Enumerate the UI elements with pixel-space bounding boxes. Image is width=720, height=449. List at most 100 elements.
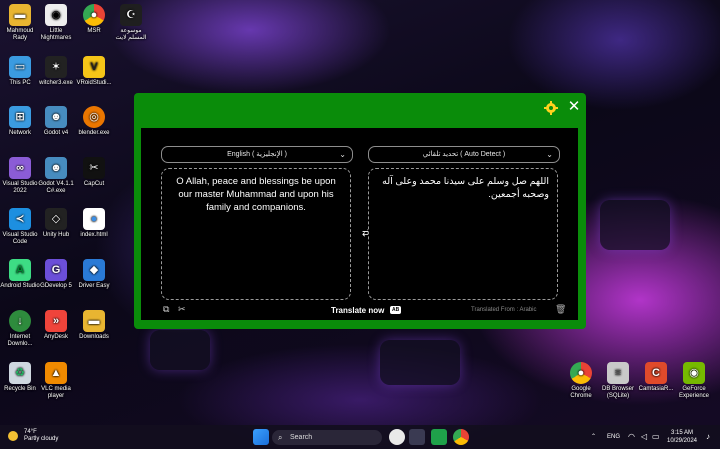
camtasia-taskbar-icon[interactable] — [431, 429, 447, 445]
desktop-icon-msr[interactable]: ● MSR — [74, 4, 114, 35]
close-button[interactable]: ✕ — [566, 99, 582, 115]
cut-icon[interactable]: ✂ — [178, 304, 186, 315]
desktop-icon-label: Visual Studio Code — [2, 232, 38, 245]
target-language-select[interactable]: تحديد تلقائي ( Auto Detect ) ⌄ — [368, 146, 560, 163]
desktop-icon-capcut[interactable]: ✂ CapCut — [74, 157, 114, 188]
copy-icon[interactable]: ⧉ — [163, 304, 169, 315]
desktop-icon-vroid-studio[interactable]: V VRoidStudi... — [74, 56, 114, 87]
translator-window: ✕ English ( الإنجليزية ) ⌄ تحديد تلقائي … — [134, 93, 586, 329]
drivereasy-icon: ◆ — [83, 259, 105, 281]
desktop-icon-downloads[interactable]: ▬ Downloads — [74, 310, 114, 341]
desktop-icon-recycle-bin[interactable]: ♻ Recycle Bin — [0, 362, 40, 393]
partly-cloudy-icon — [8, 431, 18, 441]
monitor-icon: ▭ — [9, 56, 31, 78]
desktop-icon-gdevelop[interactable]: G GDevelop 5 — [36, 259, 76, 290]
recycle-icon: ♻ — [9, 362, 31, 384]
show-hidden-icons-icon[interactable]: ⌃ — [591, 433, 596, 440]
desktop-icon-label: This PC — [9, 80, 31, 86]
camtasia-icon: C — [645, 362, 667, 384]
unity-icon: ◇ — [45, 208, 67, 230]
desktop-icon-visual-studio[interactable]: ∞ Visual Studio 2022 — [0, 157, 40, 195]
eye-icon: ◉ — [45, 4, 67, 26]
desktop-icon-label: CapCut — [83, 181, 105, 187]
battery-icon[interactable]: ▭ — [652, 432, 660, 441]
desktop-icon-label: blender.exe — [78, 130, 110, 136]
settings-icon[interactable] — [544, 101, 558, 115]
desktop-icon-witcher3[interactable]: ✶ witcher3.exe — [36, 56, 76, 87]
desktop-icon-little-nightmares[interactable]: ◉ Little Nightmares — [36, 4, 76, 42]
desktop-icon-label: Godot v4 — [43, 130, 69, 136]
translate-icon: AB — [390, 306, 402, 314]
source-language-value: English ( الإنجليزية ) — [227, 151, 287, 158]
notification-bell-icon[interactable]: ♪ — [706, 432, 710, 441]
language-indicator[interactable]: ENG — [607, 434, 620, 440]
desktop-icon-internet-download-manager[interactable]: ↓ Internet Downlo... — [0, 310, 40, 348]
desktop-icon-unity-hub[interactable]: ◇ Unity Hub — [36, 208, 76, 239]
desktop-icon-network[interactable]: ⊞ Network — [0, 106, 40, 137]
source-language-select[interactable]: English ( الإنجليزية ) ⌄ — [161, 146, 353, 163]
capcut-icon: ✂ — [83, 157, 105, 179]
search-placeholder: Search — [290, 434, 313, 441]
crescent-icon: ☪ — [120, 4, 142, 26]
desktop-icon-mahmoud-rady[interactable]: ▬ Mahmoud Rady — [0, 4, 40, 42]
start-button[interactable] — [253, 429, 269, 445]
desktop-icon-android-studio[interactable]: A Android Studio — [0, 259, 40, 290]
translate-now-button[interactable]: Translate now — [331, 306, 384, 315]
desktop-icon-label: VRoidStudi... — [76, 80, 112, 86]
desktop-icon-label: Internet Downlo... — [7, 334, 33, 347]
desktop-icon-godot-csharp[interactable]: ☻ Godot V4.1.1 C#.exe — [36, 157, 76, 195]
desktop-icon-godot-v4[interactable]: ☻ Godot v4 — [36, 106, 76, 137]
desktop-icon-label: Unity Hub — [42, 232, 70, 238]
clock-time: 3:15 AM — [670, 430, 693, 436]
wallpaper-keycap — [380, 340, 460, 385]
desktop-icon-this-pc[interactable]: ▭ This PC — [0, 56, 40, 87]
folder-icon: ▬ — [83, 310, 105, 332]
desktop-icon-vlc[interactable]: ▲ VLC media player — [36, 362, 76, 400]
desktop-icon-geforce-experience[interactable]: ◉ GeForce Experience — [674, 362, 714, 400]
desktop-icon-vscode[interactable]: ≺ Visual Studio Code — [0, 208, 40, 246]
desktop-icon-db-browser[interactable]: ≡ DB Browser (SQLite) — [598, 362, 638, 400]
desktop-icon-muslim-encyclopedia[interactable]: ☪ موسوعة المسلم لايت — [111, 4, 151, 42]
vs-icon: ∞ — [9, 157, 31, 179]
desktop-icon-anydesk[interactable]: » AnyDesk — [36, 310, 76, 341]
vlc-icon: ▲ — [45, 362, 67, 384]
wifi-icon[interactable]: ◠ — [628, 432, 635, 441]
vscode-icon: ≺ — [9, 208, 31, 230]
wallpaper-keycap — [150, 330, 210, 370]
desktop-icon-label: AnyDesk — [43, 334, 68, 340]
chevron-down-icon: ⌄ — [546, 150, 553, 159]
target-text-area[interactable]: اللهم صل وسلم على سيدنا محمد وعلى آله وص… — [368, 168, 558, 300]
chrome-icon: ● — [83, 208, 105, 230]
weather-temperature: 74°F — [24, 429, 37, 435]
taskbar: 74°F Partly cloudy ⌕ Search ⌃ ENG ◠ ◁ ▭ … — [0, 425, 720, 449]
anydesk-icon: » — [45, 310, 67, 332]
desktop-icon-google-chrome[interactable]: ● Google Chrome — [561, 362, 601, 400]
desktop-icon-label: Android Studio — [0, 283, 40, 289]
desktop-icon-label: Mahmoud Rady — [6, 28, 34, 41]
desktop-icon-label: CamtasiaR... — [638, 386, 674, 392]
taskbar-app-icon[interactable] — [389, 429, 405, 445]
desktop-icon-driver-easy[interactable]: ◆ Driver Easy — [74, 259, 114, 290]
desktop-icon-label: Downloads — [79, 334, 109, 340]
trash-icon[interactable]: 🗑 — [555, 304, 566, 315]
idm-icon: ↓ — [9, 310, 31, 332]
godot-icon: ☻ — [45, 157, 67, 179]
clock[interactable]: 3:15 AM 10/29/2024 — [662, 429, 702, 445]
chrome-taskbar-icon[interactable] — [453, 429, 469, 445]
desktop-icon-blender[interactable]: ◎ blender.exe — [74, 106, 114, 137]
volume-icon[interactable]: ◁ — [641, 432, 647, 441]
desktop-icon-label: Google Chrome — [570, 386, 592, 399]
wallpaper-keycap — [600, 200, 670, 250]
desktop-icon-label: GDevelop 5 — [40, 283, 72, 289]
weather-widget[interactable]: 74°F Partly cloudy — [8, 429, 58, 443]
desktop-icon-label: VLC media player — [41, 386, 71, 399]
weather-description: Partly cloudy — [24, 436, 59, 442]
desktop-icon-camtasia[interactable]: C CamtasiaR... — [636, 362, 676, 393]
chrome-icon: ● — [83, 4, 105, 26]
database-icon: ≡ — [607, 362, 629, 384]
telegram-icon[interactable] — [409, 429, 425, 445]
source-text-area[interactable]: O Allah, peace and blessings be upon our… — [161, 168, 351, 300]
desktop-icon-label: GeForce Experience — [678, 386, 710, 399]
desktop-icon-index-html[interactable]: ● index.html — [74, 208, 114, 239]
search-box[interactable]: ⌕ Search — [272, 430, 382, 445]
